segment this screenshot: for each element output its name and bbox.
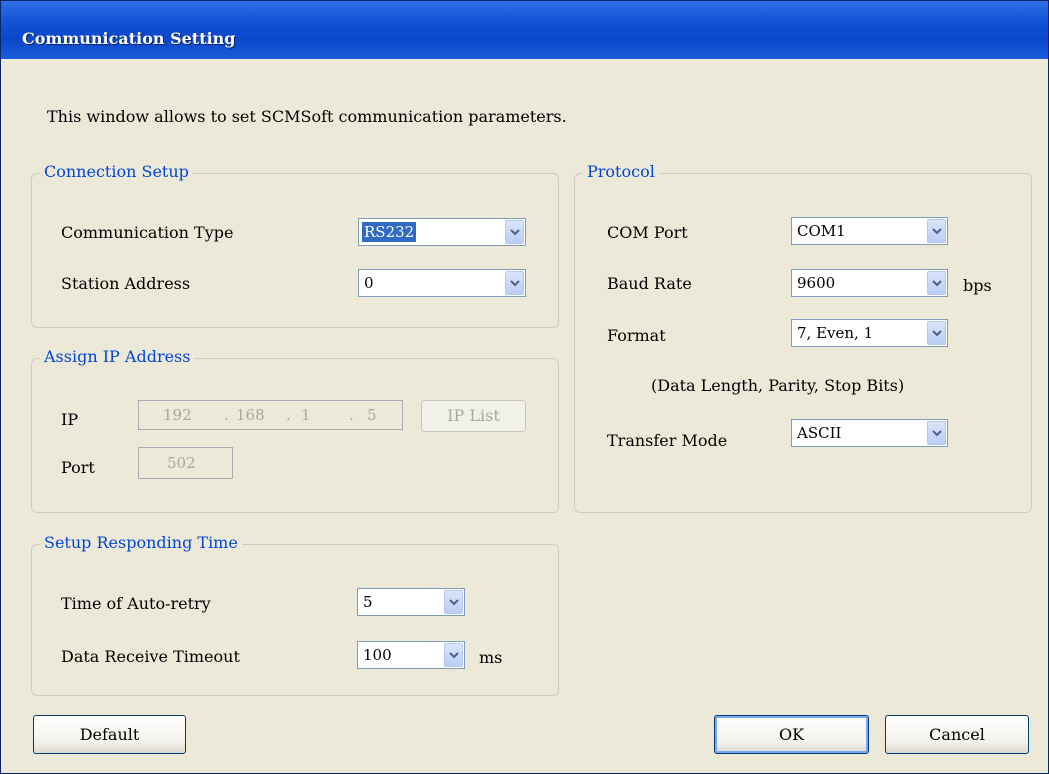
communication-type-label: Communication Type [61, 223, 234, 242]
transfer-mode-select[interactable]: ASCII [791, 419, 948, 447]
transfer-mode-value: ASCII [797, 424, 842, 442]
format-value: 7, Even, 1 [797, 324, 874, 342]
ip-address-input[interactable]: 192 . 168 . 1 . 5 [138, 400, 403, 430]
baud-rate-select[interactable]: 9600 [791, 269, 948, 297]
chevron-down-icon[interactable] [444, 590, 463, 614]
transfer-mode-label: Transfer Mode [607, 431, 728, 450]
ip-label: IP [61, 410, 79, 429]
timeout-unit: ms [479, 648, 503, 667]
baud-rate-unit: bps [963, 276, 992, 295]
responding-time-group: Setup Responding Time [31, 533, 559, 696]
default-button-label: Default [79, 725, 140, 744]
auto-retry-select[interactable]: 5 [357, 588, 465, 616]
chevron-down-icon[interactable] [444, 643, 463, 667]
connection-setup-group: Connection Setup [31, 162, 559, 328]
chevron-down-icon[interactable] [927, 421, 946, 445]
ip-octet-2: 168 [236, 406, 265, 424]
chevron-down-icon[interactable] [927, 321, 946, 345]
auto-retry-value: 5 [363, 593, 373, 611]
port-label: Port [61, 458, 95, 477]
window-title: Communication Setting [22, 29, 236, 48]
baud-rate-label: Baud Rate [607, 274, 692, 293]
chevron-down-icon[interactable] [927, 219, 946, 243]
assign-ip-legend: Assign IP Address [40, 347, 195, 366]
protocol-legend: Protocol [583, 162, 659, 181]
ip-octet-1: 192 [163, 406, 192, 424]
cancel-button[interactable]: Cancel [885, 715, 1029, 754]
ip-dot: . [224, 406, 229, 424]
connection-setup-legend: Connection Setup [40, 162, 193, 181]
responding-time-legend: Setup Responding Time [40, 533, 242, 552]
ok-button[interactable]: OK [714, 715, 869, 754]
description-text: This window allows to set SCMSoft commun… [47, 107, 567, 126]
title-bar[interactable]: Communication Setting [1, 1, 1048, 59]
station-address-value: 0 [364, 274, 374, 292]
station-address-label: Station Address [61, 274, 191, 293]
station-address-select[interactable]: 0 [358, 269, 526, 297]
timeout-value: 100 [363, 646, 392, 664]
chevron-down-icon[interactable] [505, 220, 524, 244]
com-port-value: COM1 [797, 222, 846, 240]
chevron-down-icon[interactable] [505, 271, 524, 295]
com-port-label: COM Port [607, 223, 688, 242]
chevron-down-icon[interactable] [927, 271, 946, 295]
port-value: 502 [167, 454, 196, 472]
ip-list-button-label: IP List [447, 406, 500, 425]
ip-list-button[interactable]: IP List [421, 400, 526, 432]
assign-ip-group: Assign IP Address [31, 347, 559, 513]
auto-retry-label: Time of Auto-retry [61, 594, 211, 613]
format-label: Format [607, 326, 666, 345]
cancel-button-label: Cancel [929, 725, 985, 744]
communication-type-value: RS232 [362, 222, 417, 242]
baud-rate-value: 9600 [797, 274, 836, 292]
ip-dot: . [286, 406, 291, 424]
default-button[interactable]: Default [33, 715, 186, 754]
com-port-select[interactable]: COM1 [791, 217, 948, 245]
ip-octet-3: 1 [301, 406, 311, 424]
communication-setting-dialog: Communication Setting This window allows… [0, 0, 1049, 774]
port-input[interactable]: 502 [138, 447, 233, 479]
communication-type-select[interactable]: RS232 [358, 218, 526, 246]
ok-button-label: OK [778, 725, 805, 744]
timeout-select[interactable]: 100 [357, 641, 465, 669]
ip-octet-4: 5 [367, 406, 377, 424]
format-select[interactable]: 7, Even, 1 [791, 319, 948, 347]
ip-dot: . [349, 406, 354, 424]
format-hint: (Data Length, Parity, Stop Bits) [651, 376, 905, 395]
timeout-label: Data Receive Timeout [61, 647, 240, 666]
